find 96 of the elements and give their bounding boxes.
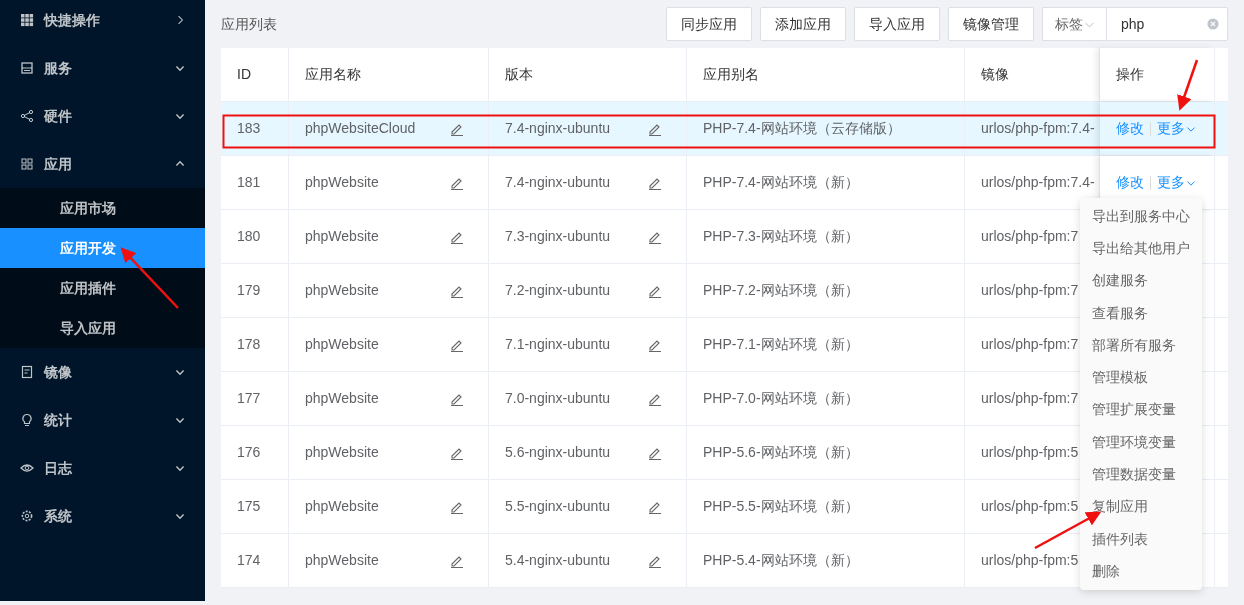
table-cell-text: urlos/php-fpm:5 <box>981 551 1079 570</box>
table-cell-text: 7.4-nginx-ubuntu <box>505 119 611 138</box>
page-title: 应用列表 <box>221 14 277 34</box>
table-cell-text: phpWebsite <box>305 497 379 516</box>
submenu-item[interactable]: 应用开发 <box>0 228 205 268</box>
table-cell-text: PHP-5.5-网站环境（新） <box>703 497 859 516</box>
sidebar-item[interactable]: 硬件 <box>0 92 205 140</box>
table-cell-text: 183 <box>237 119 261 138</box>
apps-icon <box>20 157 34 171</box>
table-cell-text: urlos/php-fpm:7 <box>981 281 1079 300</box>
search-field[interactable]: php <box>1106 7 1228 41</box>
table-cell-text: 7.2-nginx-ubuntu <box>505 281 611 300</box>
menu-item[interactable]: 导出给其他用户 <box>1080 232 1202 265</box>
grid-icon <box>20 13 34 27</box>
table-cell-text: 5.5-nginx-ubuntu <box>505 497 611 516</box>
column-header: 版本 <box>489 48 687 101</box>
column-header: 操作 <box>1100 48 1215 101</box>
table-cell-text: 7.3-nginx-ubuntu <box>505 227 611 246</box>
table-cell-text: urlos/php-fpm:5 <box>981 443 1079 462</box>
table-cell-text: PHP-7.0-网站环境（新） <box>703 389 859 408</box>
menu-item[interactable]: 管理数据变量 <box>1080 458 1202 491</box>
table-cell-text: urlos/php-fpm:7 <box>981 389 1079 408</box>
table-cell-text: PHP-7.4-网站环境（新） <box>703 173 859 192</box>
menu-item[interactable]: 导出到服务中心 <box>1080 200 1202 233</box>
table-cell-text: PHP-5.6-网站环境（新） <box>703 443 859 462</box>
table-cell-text: urlos/php-fpm:5 <box>981 497 1079 516</box>
table-cell-text: 175 <box>237 497 261 516</box>
table-cell-text: 5.4-nginx-ubuntu <box>505 551 611 570</box>
submenu-item[interactable]: 导入应用 <box>0 308 205 348</box>
table-cell-text: PHP-7.3-网站环境（新） <box>703 227 859 246</box>
lightbulb-icon <box>20 413 34 427</box>
chevron-right-icon <box>176 13 185 27</box>
table-cell-text: 176 <box>237 443 261 462</box>
submenu-item[interactable]: 应用市场 <box>0 188 205 228</box>
toolbar-button[interactable]: 镜像管理 <box>948 7 1034 41</box>
table-cell-text: PHP-5.4-网站环境（新） <box>703 551 859 570</box>
settings-icon <box>20 509 34 523</box>
table-row[interactable]: 183 phpWebsiteCloud 7.4-nginx-ubuntu PHP-7.4-网站环境（云存储版） urlos/php-fpm:7.4- 修改 更多 <box>221 102 1228 156</box>
menu-item[interactable]: 复制应用 <box>1080 490 1202 523</box>
sidebar-item[interactable]: 快捷操作 <box>0 0 205 44</box>
table-cell-text: phpWebsite <box>305 227 379 246</box>
table-cell-text: 180 <box>237 227 261 246</box>
table-cell-text: phpWebsite <box>305 335 379 354</box>
sidebar-item[interactable]: 应用 <box>0 140 205 188</box>
table-cell-text: phpWebsite <box>305 551 379 570</box>
sidebar-item[interactable]: 系统 <box>0 492 205 540</box>
annotation-arrow <box>120 247 179 309</box>
table-cell-text: urlos/php-fpm:7.4- <box>981 173 1095 192</box>
column-header: ID <box>221 48 289 101</box>
menu-item[interactable]: 管理环境变量 <box>1080 426 1202 459</box>
table-cell-text: 7.4-nginx-ubuntu <box>505 173 611 192</box>
table-cell-text: 181 <box>237 173 261 192</box>
table-cell-text: 174 <box>237 551 261 570</box>
menu-item[interactable]: 创建服务 <box>1080 264 1202 297</box>
table-cell-text: phpWebsite <box>305 443 379 462</box>
table-cell-text: urlos/php-fpm:7 <box>981 335 1079 354</box>
table-cell-text: 7.1-nginx-ubuntu <box>505 335 611 354</box>
edit-link[interactable]: 修改 <box>1116 172 1144 193</box>
sidebar-item[interactable]: 镜像 <box>0 348 205 396</box>
menu-item[interactable]: 部署所有服务 <box>1080 329 1202 362</box>
document-icon <box>20 365 34 379</box>
submenu-item[interactable]: 应用插件 <box>0 268 205 308</box>
sidebar-item[interactable]: 统计 <box>0 396 205 444</box>
table-cell-text: 7.0-nginx-ubuntu <box>505 389 611 408</box>
share-icon <box>20 109 34 123</box>
sidebar-item[interactable]: 服务 <box>0 44 205 92</box>
sidebar-item[interactable]: 日志 <box>0 444 205 492</box>
server-icon <box>20 61 34 75</box>
table-cell-text: phpWebsite <box>305 173 379 192</box>
menu-item[interactable]: 管理扩展变量 <box>1080 393 1202 427</box>
table-cell-text: PHP-7.1-网站环境（新） <box>703 335 859 354</box>
table-cell-text: phpWebsiteCloud <box>305 119 416 138</box>
menu-item[interactable]: 插件列表 <box>1080 522 1202 556</box>
menu-item[interactable]: 查看服务 <box>1080 296 1202 330</box>
table-cell-text: 178 <box>237 335 261 354</box>
menu-item[interactable]: 管理模板 <box>1080 361 1202 394</box>
more-link[interactable]: 更多 <box>1157 172 1196 193</box>
table-cell-text: 5.6-nginx-ubuntu <box>505 443 611 462</box>
menu-item[interactable]: 删除 <box>1080 555 1202 588</box>
column-header: 应用名称 <box>289 48 489 101</box>
table-cell-text: phpWebsite <box>305 281 379 300</box>
annotation-arrow <box>1177 59 1199 111</box>
column-header: 应用别名 <box>687 48 965 101</box>
toolbar-button[interactable]: 同步应用 <box>666 7 752 41</box>
toolbar-button[interactable]: 导入应用 <box>854 7 940 41</box>
table-cell-text: 177 <box>237 389 261 408</box>
table-cell-text: 179 <box>237 281 261 300</box>
tag-select[interactable]: 标签 <box>1042 7 1106 41</box>
table-cell-text: phpWebsite <box>305 389 379 408</box>
table-cell-text: urlos/php-fpm:7 <box>981 227 1079 246</box>
toolbar-button[interactable]: 添加应用 <box>760 7 846 41</box>
eye-icon <box>20 461 34 475</box>
table-cell-text: urlos/php-fpm:7.4- <box>981 119 1095 138</box>
table-cell-text: PHP-7.2-网站环境（新） <box>703 281 859 300</box>
table-cell-text: PHP-7.4-网站环境（云存储版） <box>703 119 901 138</box>
search-input[interactable]: php <box>1119 12 1207 36</box>
